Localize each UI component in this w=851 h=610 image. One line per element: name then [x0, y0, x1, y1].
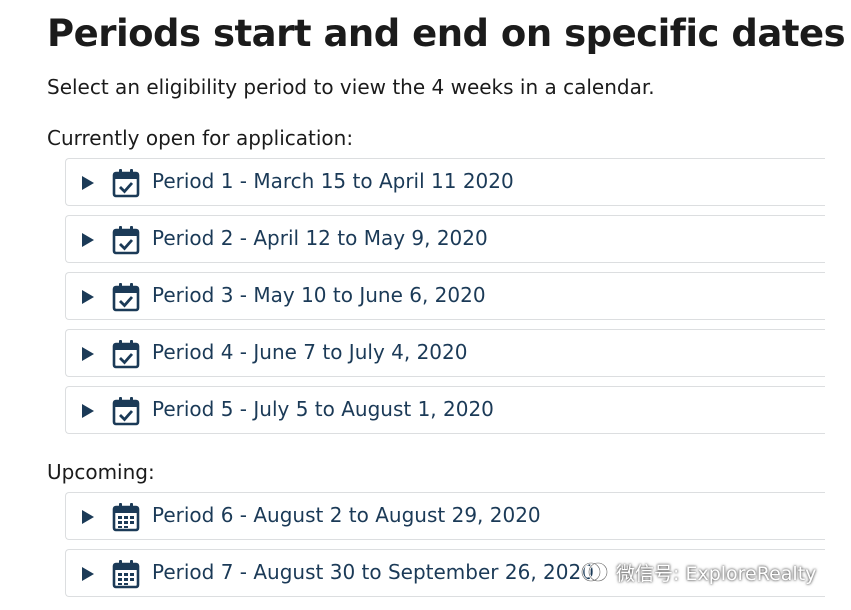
calendar-check-icon [112, 226, 140, 255]
period-label: Period 6 - August 2 to August 29, 2020 [152, 503, 541, 527]
page-title: Periods start and end on specific dates [47, 12, 846, 55]
expand-arrow-icon [82, 176, 94, 190]
period-label: Period 7 - August 30 to September 26, 20… [152, 560, 594, 584]
calendar-check-icon [112, 283, 140, 312]
watermark-text: 微信号: ExploreRealty [616, 562, 817, 585]
period-accordion-5[interactable]: Period 5 - July 5 to August 1, 2020 [65, 386, 825, 434]
period-label: Period 5 - July 5 to August 1, 2020 [152, 397, 494, 421]
expand-arrow-icon [82, 233, 94, 247]
calendar-grid-icon [112, 503, 140, 532]
period-accordion-3[interactable]: Period 3 - May 10 to June 6, 2020 [65, 272, 825, 320]
calendar-check-icon [112, 169, 140, 198]
calendar-check-icon [112, 397, 140, 426]
period-label: Period 1 - March 15 to April 11 2020 [152, 169, 514, 193]
calendar-grid-icon [112, 560, 140, 589]
wechat-logo-icon [580, 561, 609, 583]
period-accordion-6[interactable]: Period 6 - August 2 to August 29, 2020 [65, 492, 825, 540]
upcoming-section-label: Upcoming: [47, 460, 155, 484]
expand-arrow-icon [82, 404, 94, 418]
expand-arrow-icon [82, 510, 94, 524]
watermark: 微信号: ExploreRealty [578, 556, 816, 588]
period-accordion-4[interactable]: Period 4 - June 7 to July 4, 2020 [65, 329, 825, 377]
expand-arrow-icon [82, 347, 94, 361]
page-subtitle: Select an eligibility period to view the… [47, 75, 655, 99]
expand-arrow-icon [82, 290, 94, 304]
period-label: Period 3 - May 10 to June 6, 2020 [152, 283, 486, 307]
period-accordion-1[interactable]: Period 1 - March 15 to April 11 2020 [65, 158, 825, 206]
calendar-check-icon [112, 340, 140, 369]
open-section-label: Currently open for application: [47, 126, 354, 150]
expand-arrow-icon [82, 567, 94, 581]
period-label: Period 4 - June 7 to July 4, 2020 [152, 340, 468, 364]
period-accordion-2[interactable]: Period 2 - April 12 to May 9, 2020 [65, 215, 825, 263]
period-label: Period 2 - April 12 to May 9, 2020 [152, 226, 488, 250]
